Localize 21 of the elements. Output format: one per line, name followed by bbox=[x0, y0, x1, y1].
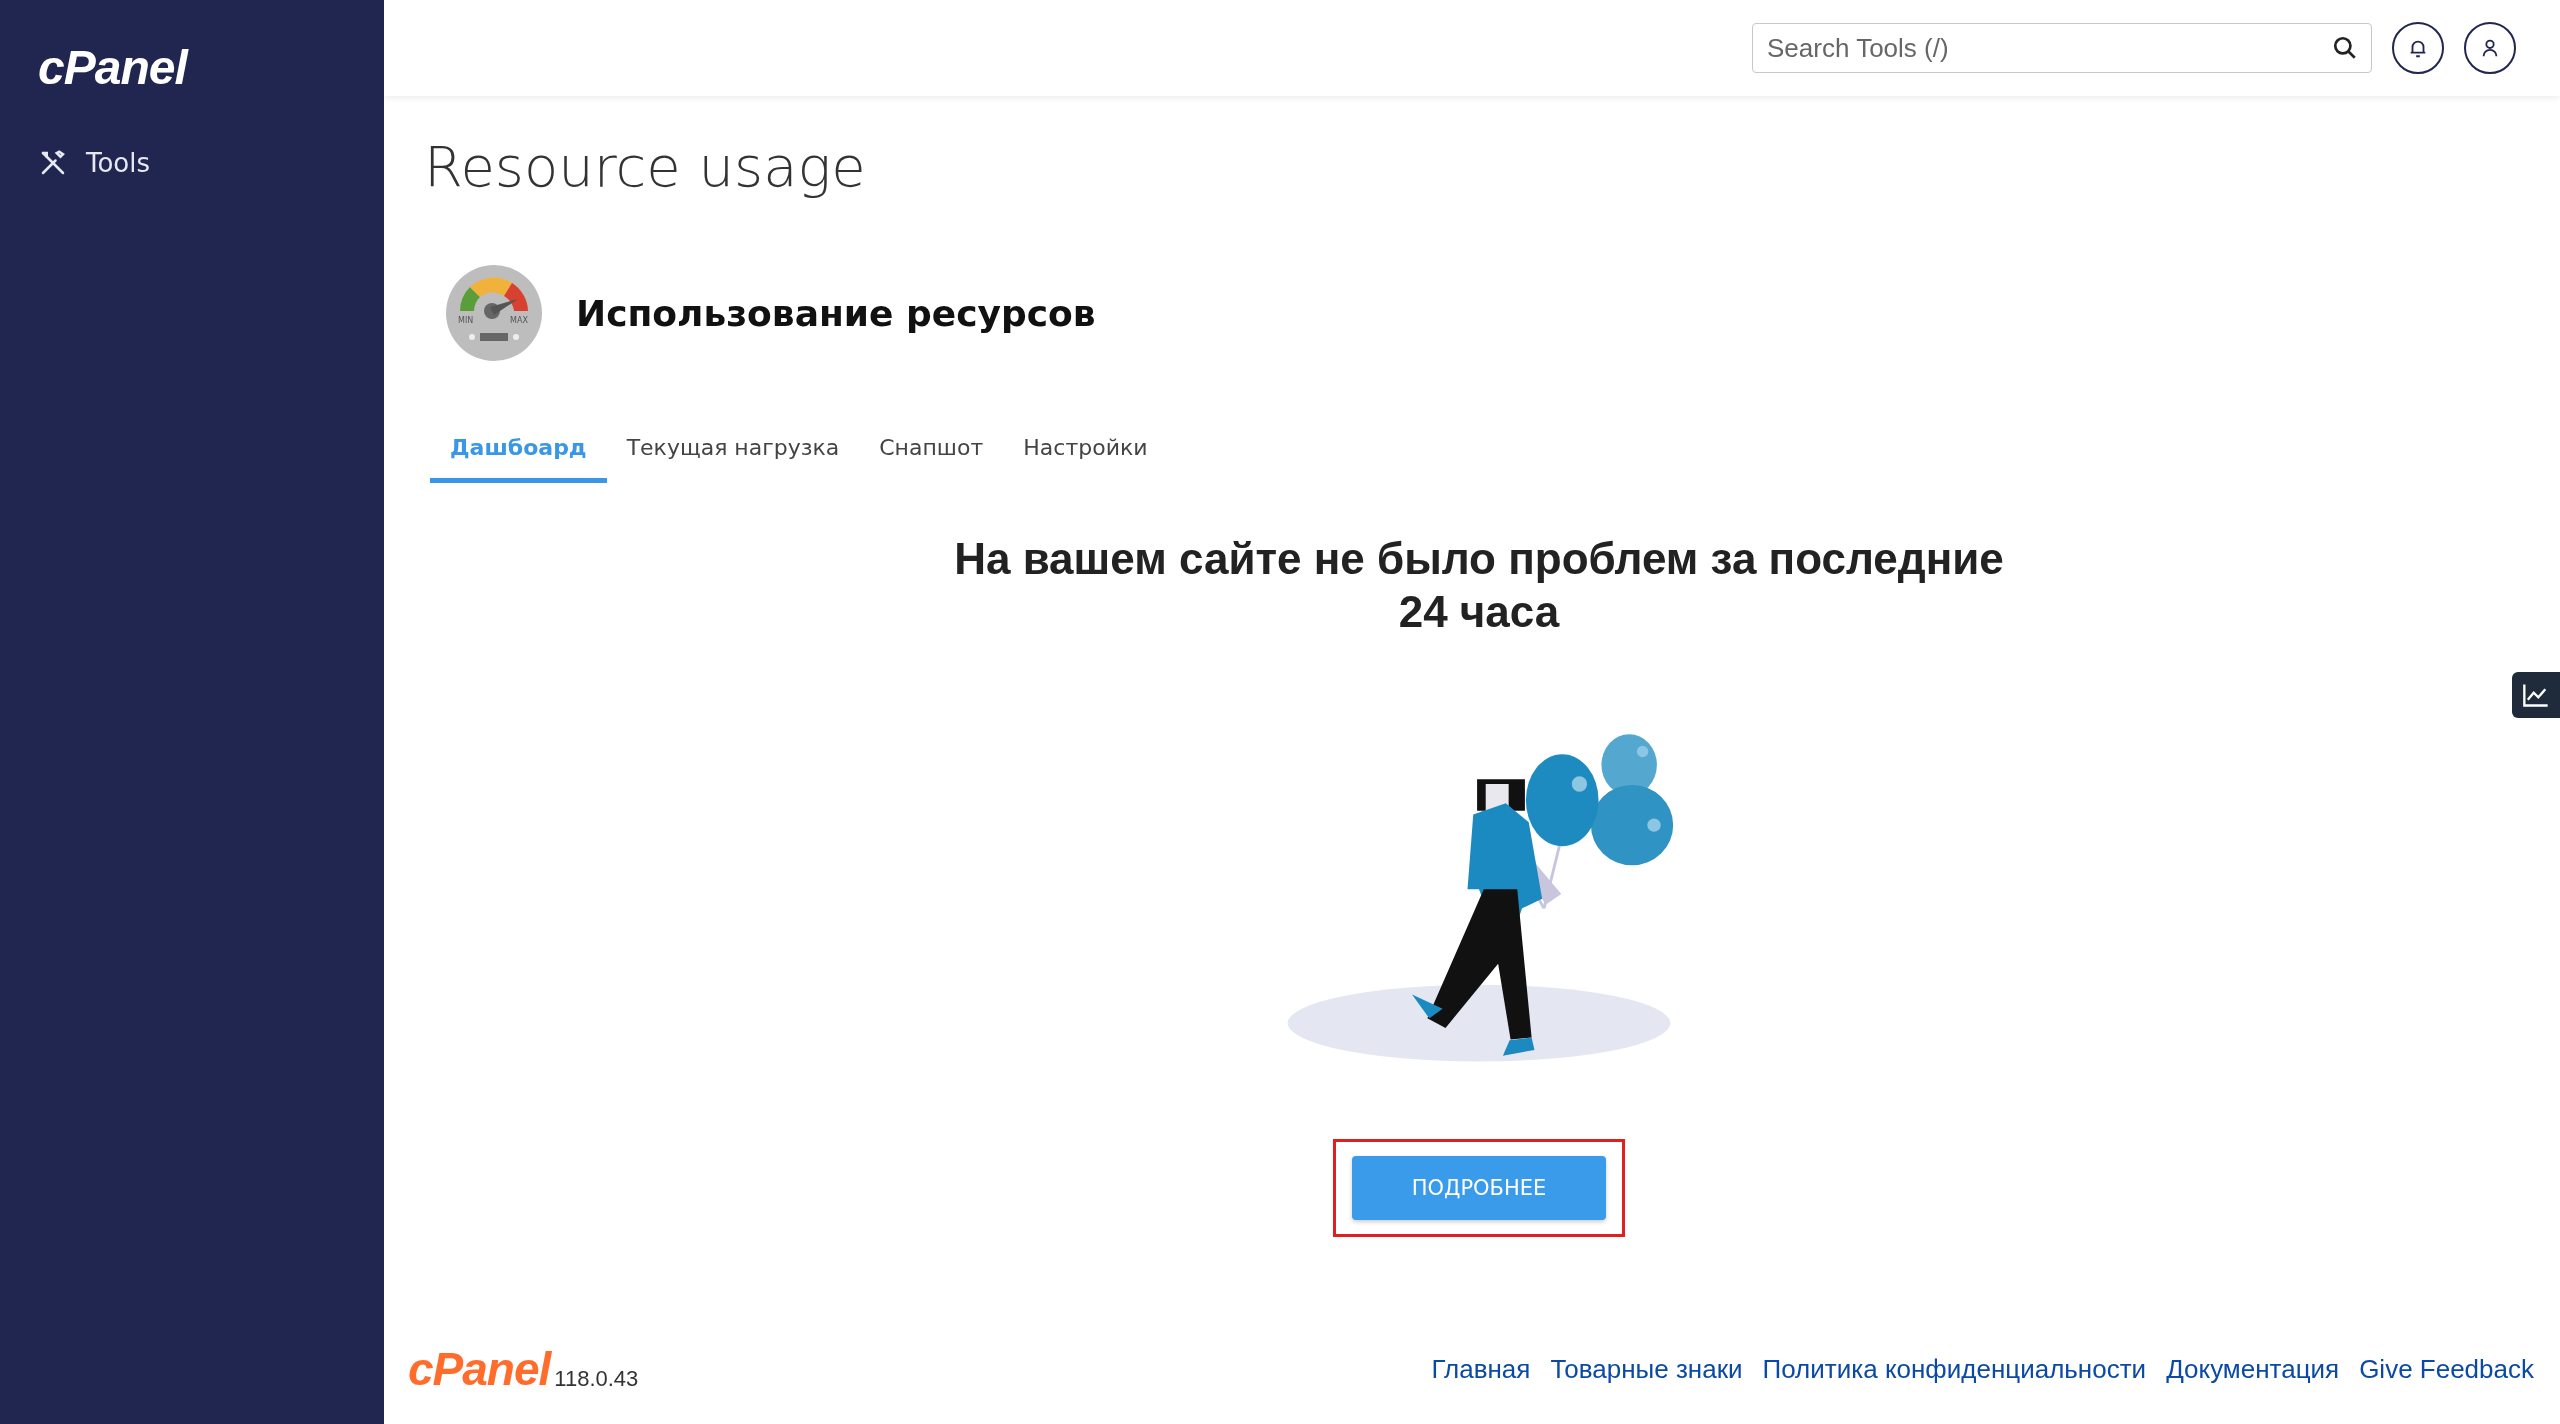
footer-link[interactable]: Политика конфиденциальности bbox=[1762, 1353, 2147, 1385]
app-title: Использование ресурсов bbox=[576, 292, 1096, 334]
chart-button[interactable] bbox=[2512, 672, 2560, 718]
footer-link[interactable]: Главная bbox=[1431, 1353, 1531, 1385]
search-icon bbox=[2332, 35, 2358, 61]
gauge-icon: MIN MAX bbox=[446, 265, 542, 361]
tab[interactable]: Снапшот bbox=[859, 423, 1004, 483]
chart-icon bbox=[2522, 682, 2550, 708]
sidebar-item[interactable]: Tools bbox=[38, 148, 151, 178]
user-button[interactable] bbox=[2464, 22, 2516, 74]
notifications-button[interactable] bbox=[2392, 22, 2444, 74]
tab[interactable]: Настройки bbox=[1003, 423, 1168, 483]
page-title: Resource usage bbox=[424, 134, 866, 199]
footer-link[interactable]: Give Feedback bbox=[2359, 1353, 2534, 1385]
status-message: На вашем сайте не было проблем за последние 24 часа bbox=[953, 533, 2005, 638]
cpanel-logo[interactable]: cPanel bbox=[38, 44, 384, 92]
footer-link[interactable]: Документация bbox=[2166, 1353, 2340, 1385]
search-field[interactable]: Search Tools (/) bbox=[1752, 23, 2372, 73]
footer-link[interactable]: Товарные знаки bbox=[1550, 1353, 1743, 1385]
tab[interactable]: Текущая нагрузка bbox=[606, 423, 860, 483]
version-text: 118.0.43 bbox=[554, 1366, 639, 1392]
